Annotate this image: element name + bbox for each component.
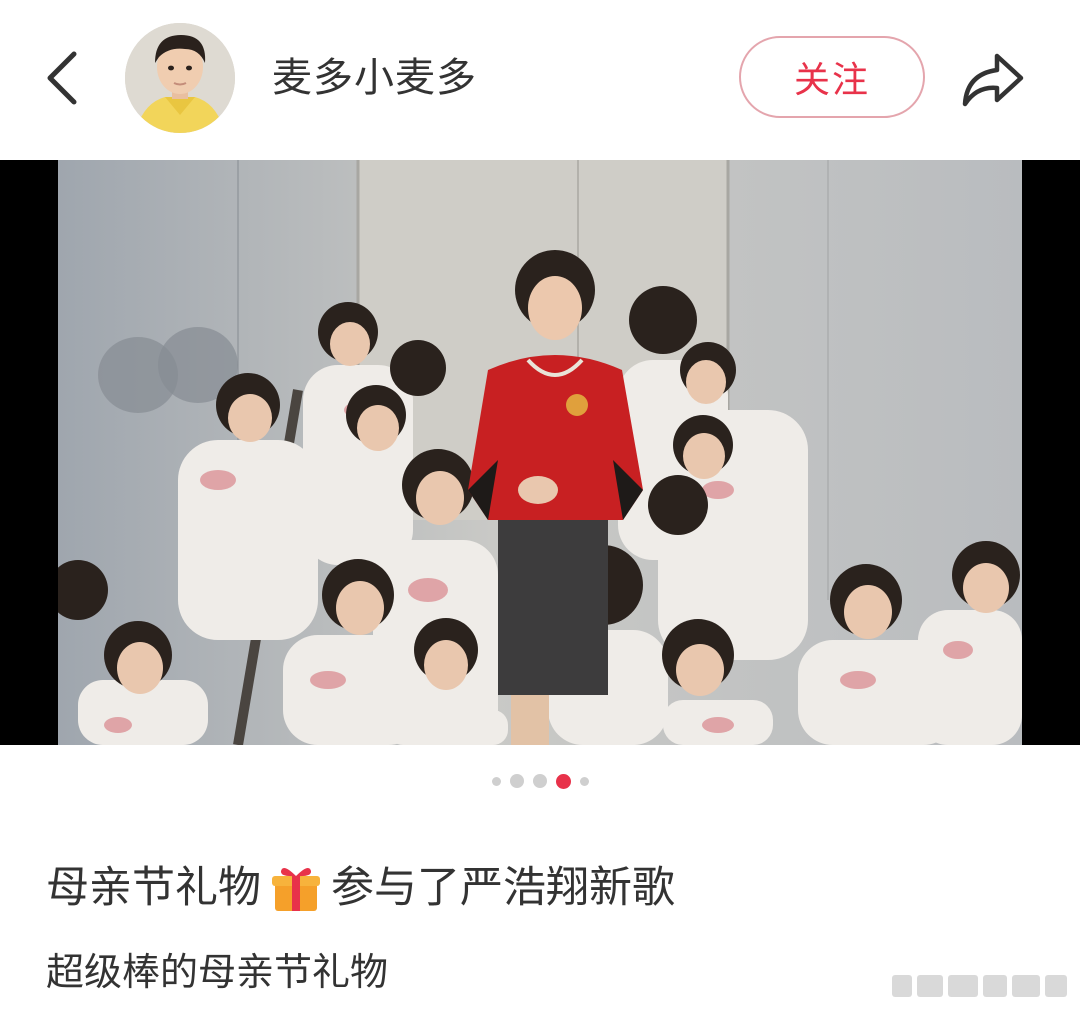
back-button[interactable] bbox=[30, 42, 94, 114]
chevron-left-icon bbox=[47, 51, 77, 105]
post-title-text-after: 参与了严浩翔新歌 bbox=[331, 863, 675, 913]
carousel-dot[interactable] bbox=[532, 774, 547, 788]
post-header: 麦多小麦多 关注 bbox=[0, 0, 1080, 158]
image-carousel[interactable] bbox=[0, 160, 1080, 745]
avatar[interactable] bbox=[125, 23, 235, 133]
share-arrow-icon bbox=[962, 53, 1024, 107]
share-button[interactable] bbox=[952, 44, 1032, 114]
post-title-text-before: 母亲节礼物 bbox=[46, 863, 261, 913]
post-title: 母亲节礼物 参与了严浩翔新歌 bbox=[46, 858, 675, 918]
post-photo[interactable] bbox=[58, 160, 1022, 745]
carousel-dot-active[interactable] bbox=[555, 773, 571, 789]
post-photo-illustration bbox=[58, 160, 1022, 745]
carousel-dot[interactable] bbox=[491, 776, 501, 786]
carousel-pager bbox=[0, 770, 1080, 792]
avatar-image bbox=[125, 23, 235, 133]
carousel-dot[interactable] bbox=[579, 776, 589, 786]
carousel-dot[interactable] bbox=[509, 774, 524, 788]
post-body-text: 超级棒的母亲节礼物 bbox=[46, 950, 389, 994]
author-name[interactable]: 麦多小麦多 bbox=[272, 48, 477, 108]
gift-icon bbox=[269, 861, 323, 915]
watermark bbox=[892, 968, 1070, 1004]
follow-button[interactable]: 关注 bbox=[739, 36, 925, 118]
